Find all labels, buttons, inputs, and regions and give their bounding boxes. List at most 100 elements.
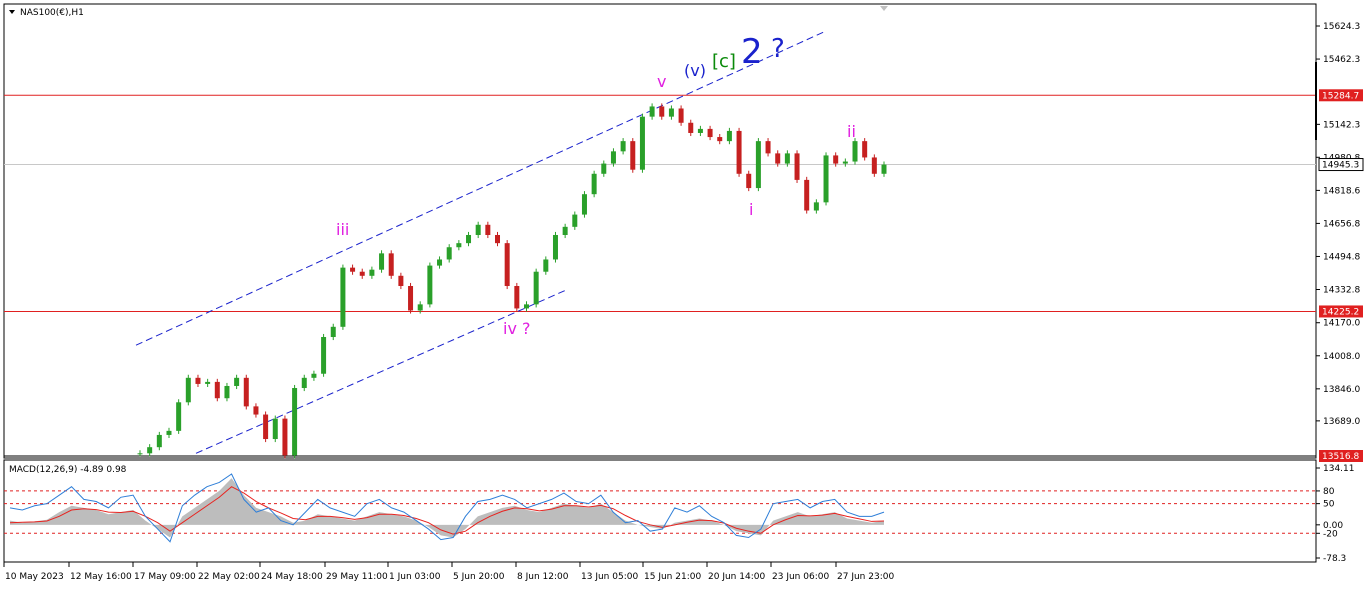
- price-candle-body: [852, 141, 858, 162]
- price-candle-body: [697, 128, 703, 133]
- price-axis-tick-label: 14494.8: [1323, 252, 1360, 262]
- time-axis-tick-label: 23 Jun 06:00: [772, 572, 829, 582]
- time-axis-tick-label: 24 May 18:00: [261, 572, 323, 582]
- chart-svg: NAS100(€),H1 MACD(12,26,9) -4.89 0.98 15…: [0, 0, 1366, 588]
- price-candle-body: [717, 137, 723, 142]
- time-axis-tick-label: 20 Jun 14:00: [708, 572, 765, 582]
- time-axis-tick-label: 13 Jun 05:00: [581, 572, 638, 582]
- price-candle-body: [359, 271, 365, 276]
- wave-label-paren-v: (v): [684, 61, 706, 80]
- price-candle-body: [562, 226, 568, 235]
- price-candle-body: [775, 153, 781, 164]
- price-candle-body: [350, 267, 356, 272]
- price-candle-body: [369, 269, 375, 276]
- price-candle-body: [746, 173, 752, 189]
- price-axis-tick-label: 15462.3: [1323, 55, 1360, 65]
- price-candle-body: [301, 377, 307, 389]
- price-candle-body: [166, 430, 172, 435]
- macd-title: MACD(12,26,9) -4.89 0.98: [9, 465, 127, 475]
- price-candle-body: [649, 106, 655, 117]
- price-axis-tick-label: 14170.0: [1323, 319, 1360, 329]
- price-candle-body: [572, 214, 578, 227]
- price-candle-body: [552, 234, 558, 260]
- time-axis-tick-label: 8 Jun 12:00: [517, 572, 569, 582]
- price-candle-body: [514, 285, 520, 309]
- time-axis-tick-label: 15 Jun 21:00: [644, 572, 701, 582]
- price-candle-body: [379, 253, 385, 270]
- price-candle-body: [263, 414, 269, 440]
- price-candle-body: [311, 373, 317, 378]
- price-candle-body: [523, 304, 529, 309]
- price-candle-body: [871, 157, 877, 174]
- price-candle-body: [243, 377, 249, 407]
- price-axis-tick-label: 14818.6: [1323, 186, 1360, 196]
- price-candle-body: [321, 337, 327, 374]
- macd-axis-tick-label: -20: [1323, 529, 1338, 539]
- price-candle-body: [147, 447, 153, 454]
- wave-label-v: v: [657, 72, 666, 91]
- macd-axis-tick-label: 134.11: [1323, 464, 1355, 474]
- price-chart-title: NAS100(€),H1: [20, 8, 84, 18]
- price-candle-body: [755, 141, 761, 189]
- price-candle-body: [282, 418, 288, 456]
- price-axis-tick-label: 14332.8: [1323, 286, 1360, 296]
- time-axis-tick-label: 5 Jun 20:00: [453, 572, 505, 582]
- time-axis-tick-label: 1 Jun 03:00: [389, 572, 441, 582]
- macd-axis-tick-label: -78.3: [1323, 554, 1346, 564]
- price-candle-body: [620, 141, 626, 152]
- price-candle-body: [466, 234, 472, 244]
- price-candle-body: [234, 377, 240, 386]
- price-candle-body: [833, 155, 839, 164]
- price-candle-body: [330, 326, 336, 338]
- time-axis-tick-label: 17 May 09:00: [134, 572, 196, 582]
- time-axis-tick-label: 12 May 16:00: [70, 572, 132, 582]
- level-tag-bottom-label: 13516.8: [1322, 452, 1359, 462]
- price-candle-body: [214, 381, 220, 399]
- time-axis-tick-label: 29 May 11:00: [326, 572, 388, 582]
- price-candle-body: [272, 418, 278, 440]
- price-axis-tick-label: 14008.0: [1323, 352, 1360, 362]
- wave-label-iii: iii: [336, 220, 349, 239]
- price-candle-body: [765, 141, 771, 154]
- price-candle-body: [813, 202, 819, 211]
- price-candle-body: [707, 128, 713, 138]
- price-candle-body: [495, 234, 501, 244]
- price-axis-tick-label: 13689.0: [1323, 417, 1360, 427]
- price-candle-body: [736, 130, 742, 174]
- price-candle-body: [533, 271, 539, 305]
- price-candle-body: [437, 259, 443, 266]
- price-candle-body: [137, 453, 143, 455]
- price-candle-body: [842, 161, 848, 164]
- price-candle-body: [610, 151, 616, 164]
- wave-label-question: ?: [771, 34, 785, 64]
- price-axis-tick-label: 15624.3: [1323, 22, 1360, 32]
- price-candle-body: [485, 224, 491, 235]
- price-candle-body: [688, 122, 694, 133]
- price-candle-body: [601, 163, 607, 174]
- price-candle-body: [340, 267, 346, 327]
- price-candle-body: [639, 116, 645, 170]
- price-candle-body: [794, 153, 800, 180]
- price-candle-body: [581, 194, 587, 215]
- chart-root: NAS100(€),H1 MACD(12,26,9) -4.89 0.98 15…: [0, 0, 1366, 588]
- price-axis-tick-label: 13846.0: [1323, 385, 1360, 395]
- level-tag-upper-label: 15284.7: [1322, 91, 1359, 101]
- macd-axis-tick-label: 50: [1323, 500, 1335, 510]
- time-axis-tick-label: 27 Jun 23:00: [837, 572, 894, 582]
- price-candle-body: [427, 265, 433, 305]
- price-candle-body: [224, 385, 230, 399]
- time-axis-tick-label: 22 May 02:00: [198, 572, 260, 582]
- price-candle-body: [543, 259, 549, 272]
- price-axis-tick-label: 15142.3: [1323, 120, 1360, 130]
- price-candle-body: [784, 153, 790, 164]
- price-candle-body: [292, 388, 298, 456]
- price-candle-body: [804, 179, 810, 211]
- price-candle-body: [668, 108, 674, 117]
- time-axis-tick-label: 10 May 2023: [5, 572, 64, 582]
- price-candle-body: [253, 406, 259, 415]
- wave-label-bracket-c: [c]: [712, 51, 736, 72]
- price-candle-body: [726, 130, 732, 142]
- price-candle-body: [591, 173, 597, 195]
- wave-label-ii: ii: [847, 122, 856, 141]
- price-candle-body: [156, 434, 162, 448]
